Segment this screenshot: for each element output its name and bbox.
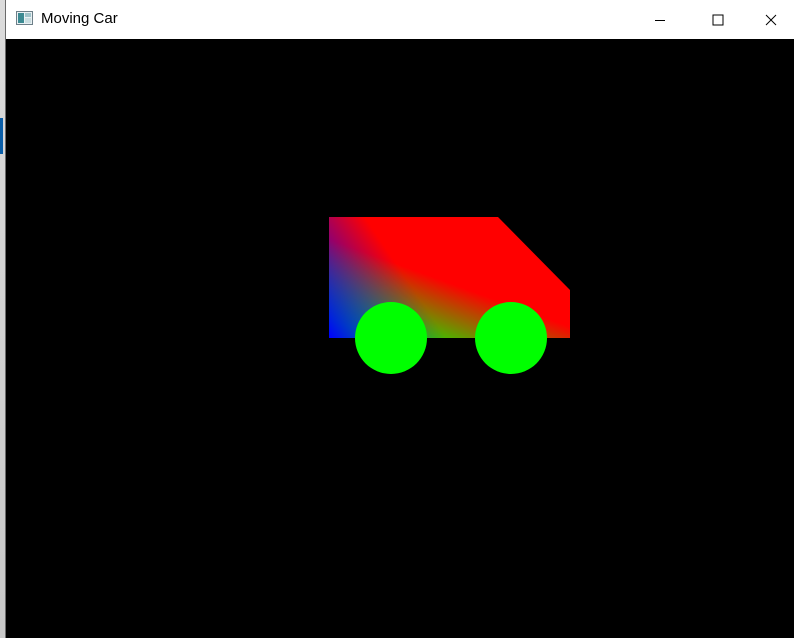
- window-title: Moving Car: [41, 10, 118, 27]
- close-button[interactable]: [747, 0, 794, 39]
- render-canvas[interactable]: [6, 39, 794, 638]
- maximize-button[interactable]: [689, 0, 747, 39]
- title-bar[interactable]: Moving Car: [6, 0, 794, 39]
- maximize-icon: [712, 14, 724, 26]
- app-window-icon: [16, 11, 33, 25]
- car-wheel-left: [355, 302, 427, 374]
- minimize-button[interactable]: [631, 0, 689, 39]
- background-taskbar-accent: [0, 118, 3, 154]
- minimize-icon: [654, 14, 666, 26]
- scene-drawing: [6, 39, 794, 638]
- car-wheel-right: [475, 302, 547, 374]
- close-icon: [765, 14, 777, 26]
- app-window: Moving Car: [5, 0, 794, 638]
